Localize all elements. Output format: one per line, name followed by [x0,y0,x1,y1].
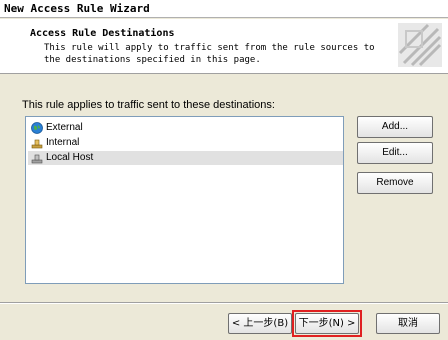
add-button[interactable]: Add... [357,116,433,138]
back-button[interactable]: < 上一步(B) [228,313,292,334]
destinations-list[interactable]: External Internal Local Host [25,116,344,284]
cancel-button[interactable]: 取消 [376,313,440,334]
destination-label: Local Host [46,152,94,163]
destination-label: Internal [46,137,80,148]
wizard-banner-icon [398,23,442,67]
page-description: This rule will apply to traffic sent fro… [44,43,375,65]
wizard-header: Access Rule Destinations This rule will … [0,19,448,74]
network-icon [31,139,43,149]
host-icon [31,154,43,164]
window-title: New Access Rule Wizard [0,0,448,18]
footer-divider-highlight [0,303,448,304]
edit-button[interactable]: Edit... [357,142,433,164]
globe-icon [31,122,43,134]
list-item-local-host[interactable]: Local Host [28,151,343,165]
remove-button[interactable]: Remove [357,172,433,194]
list-item-external[interactable]: External [28,121,343,135]
list-item-internal[interactable]: Internal [28,136,343,150]
destination-label: External [46,122,83,133]
next-button-highlight [292,310,362,337]
page-title: Access Rule Destinations [30,28,175,39]
destinations-label: This rule applies to traffic sent to the… [22,99,275,111]
